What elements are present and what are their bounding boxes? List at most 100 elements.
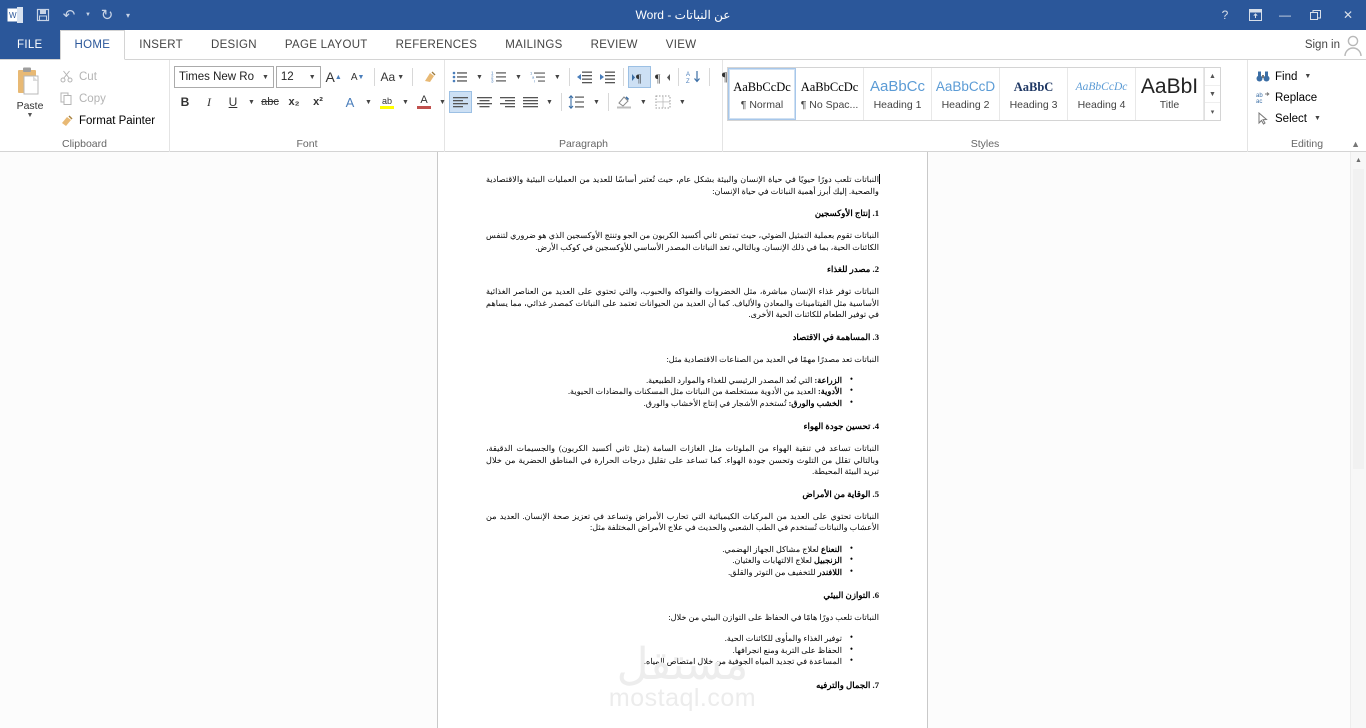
styles-scroll-down-button[interactable]: ▼ xyxy=(1205,86,1220,104)
shading-dropdown-icon[interactable]: ▼ xyxy=(636,91,651,113)
text-effects-button[interactable]: A xyxy=(339,91,361,113)
tab-references[interactable]: REFERENCES xyxy=(382,30,492,59)
grow-font-button[interactable]: A ▲ xyxy=(323,66,345,88)
align-left-button[interactable] xyxy=(449,91,472,113)
justify-dropdown-icon[interactable]: ▼ xyxy=(542,91,557,113)
collapse-ribbon-button[interactable]: ▲ xyxy=(1351,139,1360,149)
font-size-combobox[interactable]: 12 ▼ xyxy=(275,66,321,88)
borders-dropdown-icon[interactable]: ▼ xyxy=(675,91,690,113)
scrollbar-thumb[interactable] xyxy=(1353,169,1364,469)
document-heading: 3. المساهمة في الاقتصاد xyxy=(792,331,879,342)
undo-button[interactable]: ↶ xyxy=(56,3,82,27)
account-avatar-icon[interactable] xyxy=(1342,33,1364,57)
underline-button[interactable]: U xyxy=(222,91,244,113)
underline-dropdown-icon[interactable]: ▼ xyxy=(246,91,257,113)
close-button[interactable]: ✕ xyxy=(1330,0,1366,30)
style-item-heading-1[interactable]: AaBbCc Heading 1 xyxy=(864,68,932,120)
chevron-down-icon[interactable]: ▼ xyxy=(260,74,271,81)
style-item-heading-3[interactable]: AaBbC Heading 3 xyxy=(1000,68,1068,120)
change-case-button[interactable]: Aa ▼ xyxy=(380,66,408,88)
svg-text:Z: Z xyxy=(686,79,690,84)
highlight-dropdown-icon[interactable]: ▼ xyxy=(400,91,411,113)
clear-formatting-button[interactable] xyxy=(418,66,440,88)
tab-view[interactable]: VIEW xyxy=(652,30,711,59)
divider xyxy=(708,68,710,86)
ribbon-display-options-button[interactable] xyxy=(1240,0,1270,30)
tab-file[interactable]: FILE xyxy=(0,30,60,59)
style-item-heading-4[interactable]: AaBbCcDc Heading 4 xyxy=(1068,68,1136,120)
style-item-title[interactable]: AaBbI Title xyxy=(1136,68,1204,120)
style-item-normal[interactable]: AaBbCcDc ¶ Normal xyxy=(728,68,796,120)
copy-button[interactable]: Copy xyxy=(56,89,158,108)
scroll-up-button[interactable]: ▲ xyxy=(1351,152,1366,168)
sign-in-link[interactable]: Sign in xyxy=(1305,30,1340,60)
minimize-button[interactable]: — xyxy=(1270,0,1300,30)
paste-dropdown-icon[interactable]: ▼ xyxy=(27,112,34,119)
find-dropdown-icon[interactable]: ▼ xyxy=(1302,73,1313,80)
list-item-lead: الزراعة: xyxy=(814,376,842,385)
help-button[interactable]: ? xyxy=(1210,0,1240,30)
tab-page-layout[interactable]: PAGE LAYOUT xyxy=(271,30,382,59)
shading-button[interactable] xyxy=(613,91,635,113)
style-preview: AaBbCcDc xyxy=(1075,80,1128,93)
font-name-value: Times New Ro xyxy=(179,71,254,83)
shrink-font-button[interactable]: A ▼ xyxy=(347,66,369,88)
subscript-button[interactable]: x₂ xyxy=(283,91,305,113)
select-button[interactable]: Select ▼ xyxy=(1252,109,1326,128)
customize-qat-button[interactable]: ▾ xyxy=(120,3,136,27)
redo-button[interactable]: ↻ xyxy=(94,3,120,27)
document-heading: 7. الجمال والترفيه xyxy=(816,679,879,690)
align-right-button[interactable] xyxy=(496,91,518,113)
font-name-combobox[interactable]: Times New Ro ▼ xyxy=(174,66,274,88)
cut-button[interactable]: Cut xyxy=(56,67,158,86)
rtl-text-direction-button[interactable]: ¶ xyxy=(652,66,674,88)
paste-button[interactable]: Paste ▼ xyxy=(4,63,56,119)
select-dropdown-icon[interactable]: ▼ xyxy=(1312,115,1323,122)
replace-button[interactable]: ab ac Replace xyxy=(1252,88,1326,107)
increase-indent-button[interactable] xyxy=(597,66,619,88)
justify-button[interactable] xyxy=(519,91,541,113)
line-spacing-dropdown-icon[interactable]: ▼ xyxy=(589,91,604,113)
borders-button[interactable] xyxy=(652,91,674,113)
text-effects-dropdown-icon[interactable]: ▼ xyxy=(363,91,374,113)
chevron-down-icon[interactable]: ▼ xyxy=(307,74,318,81)
styles-more-button[interactable]: ▾ xyxy=(1205,103,1220,120)
save-button[interactable] xyxy=(30,3,56,27)
document-body[interactable]: النباتات تلعب دورًا حيويًا في حياة الإنس… xyxy=(438,152,927,691)
tab-design[interactable]: DESIGN xyxy=(197,30,271,59)
bullets-button[interactable] xyxy=(449,66,471,88)
sort-button[interactable]: A Z xyxy=(683,66,705,88)
ribbon-group-styles: AaBbCcDc ¶ Normal AaBbCcDc ¶ No Spac... AaBb… xyxy=(723,60,1248,152)
tab-insert[interactable]: INSERT xyxy=(125,30,197,59)
list-item-text: العديد من الأدوية مستخلصة من النباتات مث… xyxy=(567,387,819,397)
format-painter-button[interactable]: Format Painter xyxy=(56,111,158,130)
tab-review[interactable]: REVIEW xyxy=(577,30,652,59)
style-item-heading-2[interactable]: AaBbCcD Heading 2 xyxy=(932,68,1000,120)
undo-dropdown-icon[interactable]: ▼ xyxy=(82,3,94,27)
vertical-scrollbar[interactable]: ▲ xyxy=(1350,152,1366,728)
style-item-no-spac[interactable]: AaBbCcDc ¶ No Spac... xyxy=(796,68,864,120)
numbering-button[interactable]: 1 2 3 xyxy=(488,66,510,88)
font-color-button[interactable]: A xyxy=(413,91,435,113)
bold-button[interactable]: B xyxy=(174,91,196,113)
strikethrough-button[interactable]: abc xyxy=(259,91,281,113)
find-button[interactable]: Find ▼ xyxy=(1252,67,1326,86)
list-item: الزنجبيل لعلاج الالتهابات والغثيان. xyxy=(486,554,853,566)
document-page[interactable]: النباتات تلعب دورًا حيويًا في حياة الإنس… xyxy=(437,152,928,728)
multilevel-dropdown-icon[interactable]: ▼ xyxy=(550,66,565,88)
tab-home[interactable]: HOME xyxy=(59,30,126,60)
italic-button[interactable]: I xyxy=(198,91,220,113)
multilevel-list-button[interactable]: 1 a i xyxy=(527,66,549,88)
chevron-down-icon[interactable]: ▼ xyxy=(395,74,406,81)
styles-scroll-up-button[interactable]: ▲ xyxy=(1205,68,1220,86)
bullets-dropdown-icon[interactable]: ▼ xyxy=(472,66,487,88)
restore-button[interactable] xyxy=(1300,0,1330,30)
line-spacing-button[interactable] xyxy=(566,91,588,113)
highlight-button[interactable]: ab xyxy=(376,91,398,113)
numbering-dropdown-icon[interactable]: ▼ xyxy=(511,66,526,88)
tab-mailings[interactable]: MAILINGS xyxy=(491,30,576,59)
superscript-button[interactable]: x² xyxy=(307,91,329,113)
decrease-indent-button[interactable] xyxy=(574,66,596,88)
ltr-text-direction-button[interactable]: ¶ xyxy=(627,66,651,88)
align-center-button[interactable] xyxy=(473,91,495,113)
